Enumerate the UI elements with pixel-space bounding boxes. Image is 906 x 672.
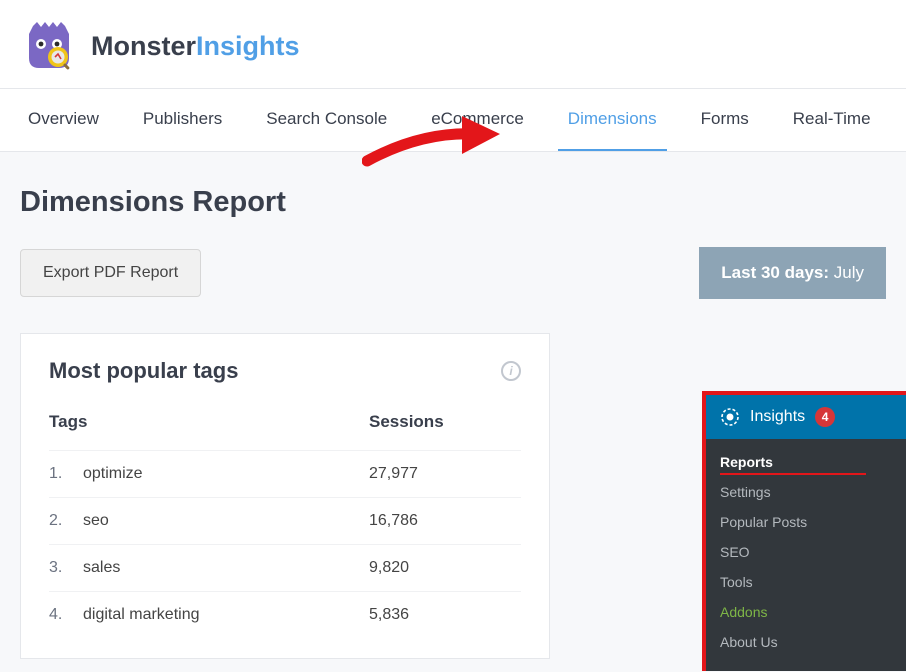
wp-menu-label: Insights [750,408,805,426]
table-row: 1. optimize 27,977 [49,450,521,497]
submenu-about-us[interactable]: About Us [706,627,906,657]
tab-publishers[interactable]: Publishers [133,89,232,151]
logo-mark [25,22,77,70]
col-header-sessions: Sessions [369,412,521,432]
table-header: Tags Sessions [49,412,521,450]
brand-header: MonsterInsights [0,0,906,88]
submenu-addons[interactable]: Addons [706,597,906,627]
tab-real-time[interactable]: Real-Time [783,89,881,151]
submenu-reports[interactable]: Reports [706,447,906,477]
wp-submenu: Reports Settings Popular Posts SEO Tools… [706,439,906,671]
report-tabs: Overview Publishers Search Console eComm… [0,88,906,152]
info-icon[interactable]: i [501,361,521,381]
tab-search-console[interactable]: Search Console [256,89,397,151]
page-actions: Export PDF Report Last 30 days: July [20,247,886,299]
logo-text: MonsterInsights [91,31,300,62]
wp-sidebar-menu: Insights 4 Reports Settings Popular Post… [702,391,906,671]
insights-icon [720,407,740,427]
tab-ecommerce[interactable]: eCommerce [421,89,534,151]
date-range-button[interactable]: Last 30 days: July [699,247,886,299]
tab-overview[interactable]: Overview [18,89,109,151]
popular-tags-card: Most popular tags i Tags Sessions 1. opt… [20,333,550,659]
page-title: Dimensions Report [20,186,886,219]
tab-forms[interactable]: Forms [691,89,759,151]
export-pdf-button[interactable]: Export PDF Report [20,249,201,297]
table-row: 2. seo 16,786 [49,497,521,544]
submenu-tools[interactable]: Tools [706,567,906,597]
col-header-tags: Tags [49,412,369,432]
submenu-seo[interactable]: SEO [706,537,906,567]
notification-badge: 4 [815,407,835,427]
card-title: Most popular tags [49,358,238,384]
wp-menu-insights[interactable]: Insights 4 [706,395,906,439]
submenu-popular-posts[interactable]: Popular Posts [706,507,906,537]
table-row: 4. digital marketing 5,836 [49,591,521,638]
table-row: 3. sales 9,820 [49,544,521,591]
submenu-settings[interactable]: Settings [706,477,906,507]
tab-dimensions[interactable]: Dimensions [558,89,667,151]
